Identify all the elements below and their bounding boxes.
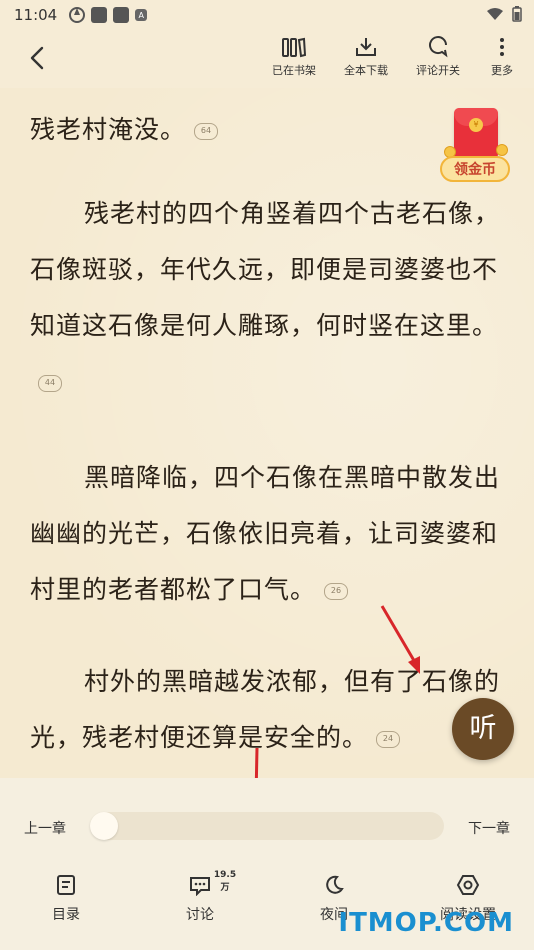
- more-dots-icon: [500, 38, 504, 56]
- slider-thumb[interactable]: [90, 812, 118, 840]
- toc-label: 目录: [52, 907, 80, 923]
- red-envelope-icon: ¥: [454, 108, 498, 160]
- paragraph-comment-count[interactable]: 64: [194, 123, 219, 140]
- paragraph-comment-count[interactable]: 44: [38, 375, 62, 392]
- paragraph-text: 黑暗降临，四个石像在黑暗中散发出幽幽的光芒，石像依旧亮着，让司婆婆和村里的老者都…: [30, 463, 501, 604]
- status-bar: 11:04 A: [0, 0, 534, 30]
- bookshelf-label: 已在书架: [272, 64, 316, 77]
- battery-icon: [512, 6, 522, 22]
- reader-top-toolbar: 已在书架 全本下载 评论开关 更多: [0, 30, 534, 88]
- paragraph-comment-count[interactable]: 24: [376, 731, 401, 748]
- paragraph: 黑暗降临，四个石像在黑暗中散发出幽幽的光芒，石像依旧亮着，让司婆婆和村里的老者都…: [30, 450, 510, 618]
- status-time: 11:04: [14, 6, 58, 24]
- reader-bottom-panel: 上一章 下一章 目录 19.5万 讨论 夜间 阅读设置 ITMOP.COM: [0, 778, 534, 950]
- next-chapter-button[interactable]: 下一章: [468, 818, 510, 838]
- more-label: 更多: [491, 64, 513, 77]
- moon-icon: [326, 875, 344, 894]
- paragraph-text: 残老村淹没。: [30, 115, 187, 144]
- discuss-button[interactable]: 19.5万 讨论: [160, 870, 240, 924]
- watermark: ITMOP.COM: [338, 908, 514, 938]
- bookshelf-icon: [282, 37, 307, 58]
- download-label: 全本下载: [344, 64, 388, 77]
- chat-bubble-icon: [190, 877, 210, 896]
- paragraph-text: 残老村的四个角竖着四个古老石像，石像斑驳，年代久远，即便是司婆婆也不知道这石像是…: [30, 199, 501, 340]
- toc-button[interactable]: 目录: [26, 874, 106, 924]
- comment-toggle-label: 评论开关: [416, 64, 460, 77]
- status-notification-icons: A: [69, 7, 148, 23]
- paragraph-text: 村外的黑暗越发浓郁，但有了石像的光，残老村便还算是安全的。: [30, 667, 501, 752]
- coin-icon: [496, 144, 508, 156]
- bookshelf-button[interactable]: 已在书架: [264, 36, 324, 78]
- comment-toggle-icon: [429, 36, 448, 58]
- paragraph: 村外的黑暗越发浓郁，但有了石像的光，残老村便还算是安全的。 24: [30, 654, 510, 766]
- wifi-icon: [487, 8, 503, 20]
- download-all-button[interactable]: 全本下载: [336, 36, 396, 78]
- settings-hexagon-icon: [456, 875, 480, 895]
- sim-icon: A: [135, 9, 148, 21]
- discuss-count-badge: 19.5万: [213, 870, 237, 893]
- app-notification-icon: [91, 7, 108, 23]
- chapter-progress-slider[interactable]: [90, 812, 444, 840]
- aperture-icon: [69, 7, 86, 23]
- listen-button[interactable]: 听: [452, 698, 514, 760]
- annotation-arrow: [380, 605, 420, 674]
- table-of-contents-icon: [57, 875, 75, 895]
- collect-coins-button[interactable]: ¥ 领金币: [438, 108, 512, 188]
- paragraph: 残老村的四个角竖着四个古老石像，石像斑驳，年代久远，即便是司婆婆也不知道这石像是…: [30, 186, 510, 410]
- paragraph-comment-count[interactable]: 26: [324, 583, 349, 600]
- download-icon: [356, 38, 376, 56]
- more-button[interactable]: 更多: [472, 36, 532, 78]
- prev-chapter-button[interactable]: 上一章: [24, 818, 66, 838]
- collect-coins-label: 领金币: [440, 156, 510, 182]
- app-notification-icon: [113, 7, 130, 23]
- reader-page[interactable]: 残老村淹没。 64 残老村的四个角竖着四个古老石像，石像斑驳，年代久远，即便是司婆…: [0, 88, 534, 812]
- comment-toggle-button[interactable]: 评论开关: [408, 36, 468, 78]
- discuss-label: 讨论: [186, 907, 214, 923]
- back-arrow-icon[interactable]: [24, 44, 52, 72]
